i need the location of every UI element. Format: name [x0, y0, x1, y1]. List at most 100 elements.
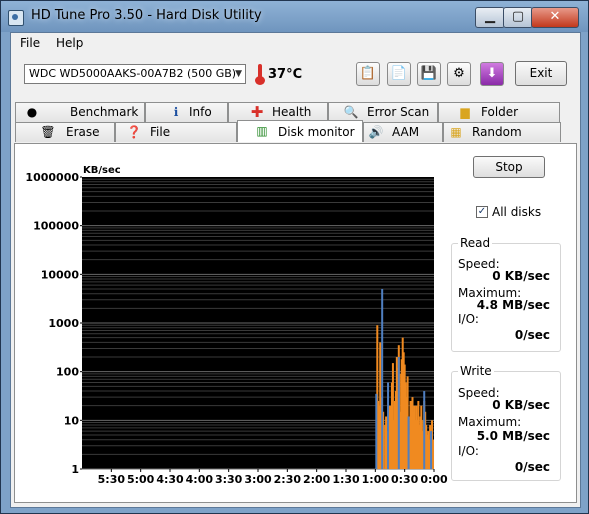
exit-button[interactable]: Exit — [515, 61, 567, 86]
menu-bar: File Help — [11, 33, 580, 53]
y-tick-label: 1 — [71, 463, 79, 476]
write-io-value: 0/sec — [514, 460, 550, 474]
close-icon: ✕ — [549, 9, 561, 24]
maximize-icon: ▢ — [511, 9, 525, 24]
read-io-value: 0/sec — [514, 328, 550, 342]
read-group: Read Speed: 0 KB/sec Maximum: 4.8 MB/sec… — [451, 236, 561, 352]
health-cross-icon: ✚ — [250, 103, 264, 121]
title-bar[interactable]: HD Tune Pro 3.50 - Hard Disk Utility ▁ ▢… — [1, 1, 588, 32]
tab-aam[interactable]: 🔊 AAM — [363, 122, 443, 142]
disk-monitor-icon: ▥ — [256, 124, 268, 138]
read-bar — [375, 393, 378, 469]
copy-button[interactable]: 📋 — [356, 62, 380, 86]
read-bar — [423, 391, 426, 469]
random-access-icon: ▦ — [450, 125, 462, 139]
y-tick-label: 100 — [56, 366, 79, 379]
tab-label: Benchmark — [70, 105, 139, 119]
read-bar — [397, 357, 400, 469]
x-tick-label: 2:30 — [274, 473, 302, 486]
trash-icon: 🗑 — [40, 125, 56, 139]
temperature-value: 37°C — [268, 67, 303, 82]
folder-icon: ▆ — [460, 105, 470, 119]
read-bar — [381, 288, 384, 469]
x-tick-label: 0:30 — [391, 473, 419, 486]
all-disks-label: All disks — [492, 205, 542, 219]
speaker-icon: 🔊 — [368, 125, 384, 139]
y-axis-label: KB/sec — [83, 165, 121, 176]
tab-health[interactable]: ✚ Health — [228, 102, 328, 122]
read-speed-value: 0 KB/sec — [492, 269, 550, 283]
read-bar — [387, 382, 390, 469]
read-max-value: 4.8 MB/sec — [476, 298, 550, 312]
x-tick-label: 0:00 — [420, 473, 448, 486]
info-icon: ℹ — [173, 105, 179, 119]
y-tick-label: 1000 — [48, 317, 79, 330]
tab-label: Error Scan — [367, 105, 430, 119]
tab-info[interactable]: ℹ Info — [145, 102, 228, 122]
tab-error-scan[interactable]: 🔍 Error Scan — [328, 102, 438, 122]
disk-monitor-panel: 1000000 100000 10000 1000 100 10 1 KB/sec 5:30 5:… — [14, 143, 577, 503]
minimize-icon: ▁ — [485, 9, 495, 24]
download-icon: ⬇ — [486, 66, 498, 81]
x-tick-label: 5:00 — [127, 473, 155, 486]
transfer-rate-chart: 1000000 100000 10000 1000 100 10 1 KB/sec 5:30 5:… — [25, 165, 448, 486]
x-tick-label: 1:00 — [362, 473, 390, 486]
stop-button[interactable]: Stop — [473, 156, 545, 178]
read-bar — [430, 431, 433, 469]
x-tick-label: 3:30 — [215, 473, 243, 486]
maximize-button[interactable]: ▢ — [503, 7, 533, 28]
copy-info-button[interactable]: 📄 — [387, 62, 411, 86]
tab-folder-usage[interactable]: ▆ Folder Usage — [438, 102, 560, 138]
magnifier-icon: 🔍 — [343, 105, 359, 119]
write-group: Write Speed: 0 KB/sec Maximum: 5.0 MB/se… — [451, 364, 561, 481]
app-window: HD Tune Pro 3.50 - Hard Disk Utility ▁ ▢… — [0, 0, 589, 514]
download-button[interactable]: ⬇ — [480, 62, 504, 86]
write-speed-value: 0 KB/sec — [492, 398, 550, 412]
tab-label: Info — [189, 105, 212, 119]
thermometer-icon — [255, 63, 265, 85]
options-icon: ⚙ — [453, 66, 465, 81]
tab-label: AAM — [392, 125, 420, 139]
x-tick-label: 1:30 — [332, 473, 360, 486]
close-button[interactable]: ✕ — [531, 7, 579, 28]
write-group-title: Write — [458, 364, 494, 378]
tab-label: Disk monitor — [278, 125, 355, 139]
chevron-down-icon: ▼ — [235, 69, 242, 79]
window-title: HD Tune Pro 3.50 - Hard Disk Utility — [31, 8, 262, 23]
x-tick-label: 5:30 — [98, 473, 126, 486]
minimize-button[interactable]: ▁ — [475, 7, 505, 28]
read-io-label: I/O: — [458, 312, 479, 326]
x-tick-label: 3:00 — [244, 473, 272, 486]
y-tick-label: 100000 — [33, 220, 79, 233]
app-icon — [8, 10, 24, 26]
save-icon: 💾 — [420, 66, 438, 81]
tab-random-access[interactable]: ▦ Random Access — [443, 122, 561, 158]
x-tick-label: 4:00 — [186, 473, 214, 486]
menu-file[interactable]: File — [20, 36, 40, 50]
menu-help[interactable]: Help — [56, 36, 83, 50]
x-tick-label: 2:00 — [303, 473, 331, 486]
drive-select-value: WDC WD5000AAKS-00A7B2 (500 GB) — [29, 67, 237, 80]
y-tick-label: 10 — [64, 414, 80, 427]
write-max-value: 5.0 MB/sec — [476, 429, 550, 443]
write-io-label: I/O: — [458, 444, 479, 458]
copy-icon: 📋 — [359, 66, 377, 81]
options-button[interactable]: ⚙ — [447, 62, 471, 86]
read-bar — [407, 416, 410, 469]
y-tick-label: 1000000 — [25, 171, 79, 184]
save-button[interactable]: 💾 — [417, 62, 441, 86]
read-group-title: Read — [458, 236, 493, 250]
tab-disk-monitor[interactable]: ▥ Disk monitor — [237, 120, 363, 142]
tab-file-benchmark[interactable]: ❓ File Benchmark — [115, 122, 237, 158]
drive-select[interactable]: WDC WD5000AAKS-00A7B2 (500 GB) ▼ — [24, 64, 246, 84]
write-max-label: Maximum: — [458, 415, 522, 429]
tab-erase[interactable]: 🗑 Erase — [15, 122, 115, 142]
y-tick-label: 10000 — [41, 268, 80, 281]
benchmark-icon: ● — [26, 105, 38, 119]
tab-label: Erase — [66, 125, 100, 139]
all-disks-checkbox[interactable]: ✓ — [476, 206, 488, 218]
file-benchmark-icon: ❓ — [126, 125, 142, 139]
copy-info-icon: 📄 — [390, 66, 408, 81]
client-area: File Help WDC WD5000AAKS-00A7B2 (500 GB)… — [10, 32, 581, 508]
tab-benchmark[interactable]: ● Benchmark — [15, 102, 145, 122]
